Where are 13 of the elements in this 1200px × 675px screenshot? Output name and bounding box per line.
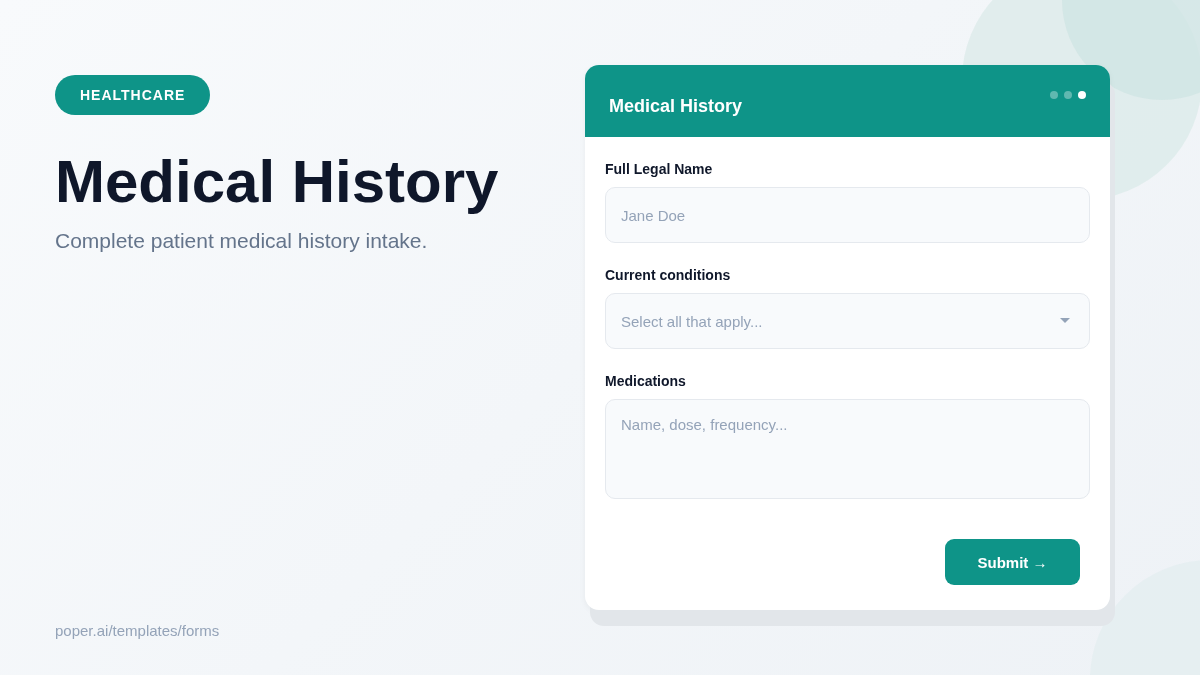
- submit-button[interactable]: Submit →: [945, 539, 1080, 585]
- form-title: Medical History: [609, 95, 743, 117]
- conditions-select-field[interactable]: Select all that apply...: [605, 293, 1090, 349]
- name-input-field[interactable]: Jane Doe: [605, 187, 1090, 243]
- field-label: Current conditions: [605, 267, 732, 283]
- medications-text-area[interactable]: Name, dose, frequency...: [605, 399, 1090, 499]
- footer-link[interactable]: poper.ai/templates/forms: [55, 622, 220, 639]
- field-label: Medications: [605, 373, 687, 389]
- caret-icon: [1060, 318, 1070, 324]
- page-title: Medical History: [55, 149, 499, 215]
- field-label: Full Legal Name: [605, 161, 714, 177]
- category-badge: HEALTHCARE: [55, 75, 211, 115]
- page-subtitle: Complete patient medical history intake.: [55, 229, 428, 253]
